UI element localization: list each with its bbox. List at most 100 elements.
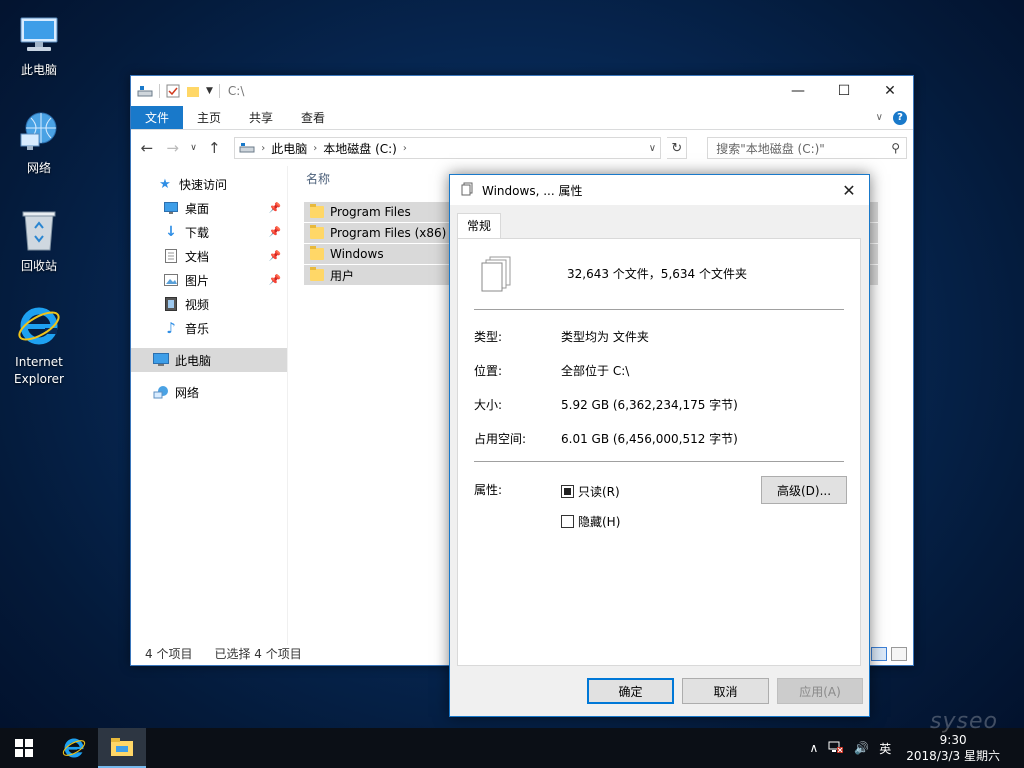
maximize-button[interactable]: ☐ <box>821 76 867 106</box>
advanced-button[interactable]: 高级(D)... <box>761 476 847 504</box>
taskbar-internet-explorer[interactable] <box>50 728 98 768</box>
search-icon[interactable]: ⚲ <box>891 141 900 155</box>
forward-button[interactable]: → <box>163 139 183 157</box>
breadcrumb-chevron-icon: › <box>313 142 318 154</box>
multiple-files-icon <box>460 182 474 199</box>
file-explorer-icon <box>111 738 133 756</box>
dialog-titlebar: Windows, ... 属性 ✕ <box>450 175 869 205</box>
pin-icon[interactable]: 📌 <box>269 227 281 238</box>
desktop-icon-label: 回收站 <box>20 259 57 273</box>
tab-share[interactable]: 共享 <box>235 106 287 129</box>
tab-view[interactable]: 查看 <box>287 106 339 129</box>
desktop-icon-internet-explorer[interactable]: Internet Explorer <box>0 302 78 388</box>
general-tab-panel: 32,643 个文件，5,634 个文件夹 类型: 类型均为 文件夹 位置: 全… <box>457 238 861 666</box>
taskbar-file-explorer[interactable] <box>98 728 146 768</box>
nav-item-videos[interactable]: 视频 <box>131 292 287 316</box>
nav-item-downloads[interactable]: ↓ 下载 📌 <box>131 220 287 244</box>
tab-home[interactable]: 主页 <box>183 106 235 129</box>
recent-locations-icon[interactable]: ∨ <box>189 143 199 153</box>
pin-icon[interactable]: 📌 <box>269 275 281 286</box>
drive-icon[interactable] <box>137 84 153 98</box>
properties-dialog: Windows, ... 属性 ✕ 常规 32,643 个文件，5,634 个文… <box>449 174 870 717</box>
clock[interactable]: 9:30 2018/3/3 星期六 <box>896 732 1010 764</box>
system-tray: ∧ 🔊 英 9:30 2018/3/3 星期六 <box>805 728 1024 768</box>
explorer-titlebar: ▼ C:\ — ☐ ✕ <box>131 76 913 106</box>
qat-separator <box>218 84 220 98</box>
ok-button[interactable]: 确定 <box>587 678 674 704</box>
item-count: 4 个项目 <box>145 646 193 661</box>
location-label: 位置: <box>474 364 503 378</box>
new-folder-icon[interactable] <box>186 84 200 98</box>
minimize-button[interactable]: — <box>775 76 821 106</box>
taskbar: ∧ 🔊 英 9:30 2018/3/3 星期六 <box>0 728 1024 768</box>
column-header-name[interactable]: 名称 <box>306 170 330 187</box>
internet-explorer-icon <box>18 307 60 345</box>
help-icon[interactable]: ? <box>893 110 907 125</box>
apply-button[interactable]: 应用(A) <box>777 678 863 704</box>
nav-item-music[interactable]: ♪ 音乐 <box>131 316 287 340</box>
nav-item-desktop[interactable]: 桌面 📌 <box>131 196 287 220</box>
nav-label: 音乐 <box>185 321 210 336</box>
desktop-icon-label: 此电脑 <box>20 63 57 77</box>
attributes-label: 属性: <box>474 483 503 497</box>
checkbox-unchecked <box>561 515 574 528</box>
show-hidden-icons-icon[interactable]: ∧ <box>805 741 824 755</box>
breadcrumb-local-disk[interactable]: 本地磁盘 (C:) <box>323 140 397 157</box>
dialog-title: Windows, ... 属性 <box>482 183 583 198</box>
address-dropdown-icon[interactable]: ∨ <box>644 143 660 154</box>
music-icon: ♪ <box>166 319 176 337</box>
qat-dropdown-icon[interactable]: ▼ <box>206 86 213 96</box>
nav-this-pc[interactable]: 此电脑 <box>131 348 287 372</box>
desktop-icon-recycle-bin[interactable]: 回收站 <box>0 206 78 275</box>
network-status-icon[interactable] <box>823 740 849 757</box>
close-button[interactable]: ✕ <box>867 76 913 106</box>
desktop-icon-label: 网络 <box>26 161 51 175</box>
nav-label: 文档 <box>185 249 210 264</box>
watermark: syseo <box>930 709 998 734</box>
up-button[interactable]: ↑ <box>204 139 224 157</box>
divider <box>474 309 844 310</box>
ime-indicator[interactable]: 英 <box>874 740 896 757</box>
volume-icon[interactable]: 🔊 <box>849 741 874 755</box>
start-button[interactable] <box>0 728 48 768</box>
nav-quick-access[interactable]: ★ 快速访问 <box>131 172 287 196</box>
readonly-checkbox[interactable]: 只读(R) <box>561 483 620 500</box>
network-icon <box>20 112 57 150</box>
breadcrumb-chevron-icon: › <box>402 142 407 154</box>
pictures-icon <box>163 272 179 288</box>
pin-icon[interactable]: 📌 <box>269 251 281 262</box>
large-icons-view-icon[interactable] <box>891 647 907 661</box>
hidden-checkbox[interactable]: 隐藏(H) <box>561 513 620 530</box>
nav-item-pictures[interactable]: 图片 📌 <box>131 268 287 292</box>
pin-icon[interactable]: 📌 <box>269 203 281 214</box>
nav-label: 桌面 <box>185 201 210 216</box>
clock-date: 2018/3/3 星期六 <box>906 749 1000 763</box>
address-bar[interactable]: › 此电脑 › 本地磁盘 (C:) › ∨ <box>234 137 662 159</box>
folder-icon <box>310 225 324 239</box>
dialog-close-button[interactable]: ✕ <box>829 181 869 200</box>
ribbon-expand-icon[interactable]: ∨ <box>876 112 883 123</box>
search-input[interactable]: 搜索"本地磁盘 (C:)" ⚲ <box>707 137 908 159</box>
nav-item-documents[interactable]: 文档 📌 <box>131 244 287 268</box>
cancel-button[interactable]: 取消 <box>682 678 769 704</box>
details-view-icon[interactable] <box>871 647 887 661</box>
multiple-files-icon <box>481 256 511 292</box>
location-value: 全部位于 C:\ <box>561 364 630 378</box>
breadcrumb-this-pc[interactable]: 此电脑 <box>271 140 307 157</box>
desktop-icon-this-pc[interactable]: 此电脑 <box>0 10 78 79</box>
folder-icon <box>310 246 324 260</box>
tab-file[interactable]: 文件 <box>131 106 184 129</box>
file-name: 用户 <box>330 268 355 283</box>
tab-general[interactable]: 常规 <box>457 213 502 238</box>
nav-label: 此电脑 <box>175 353 212 368</box>
refresh-button[interactable]: ↻ <box>667 137 688 159</box>
size-on-disk-label: 占用空间: <box>474 432 527 446</box>
nav-network[interactable]: 网络 <box>131 380 287 404</box>
ribbon-tabs: 文件 主页 共享 查看 ∨ ? <box>131 106 913 130</box>
back-button[interactable]: ← <box>137 139 157 157</box>
clock-time: 9:30 <box>939 733 967 747</box>
desktop-icon-network[interactable]: 网络 <box>0 108 78 177</box>
divider <box>474 461 844 462</box>
properties-icon[interactable] <box>166 84 180 98</box>
desktop-icon <box>163 200 179 216</box>
